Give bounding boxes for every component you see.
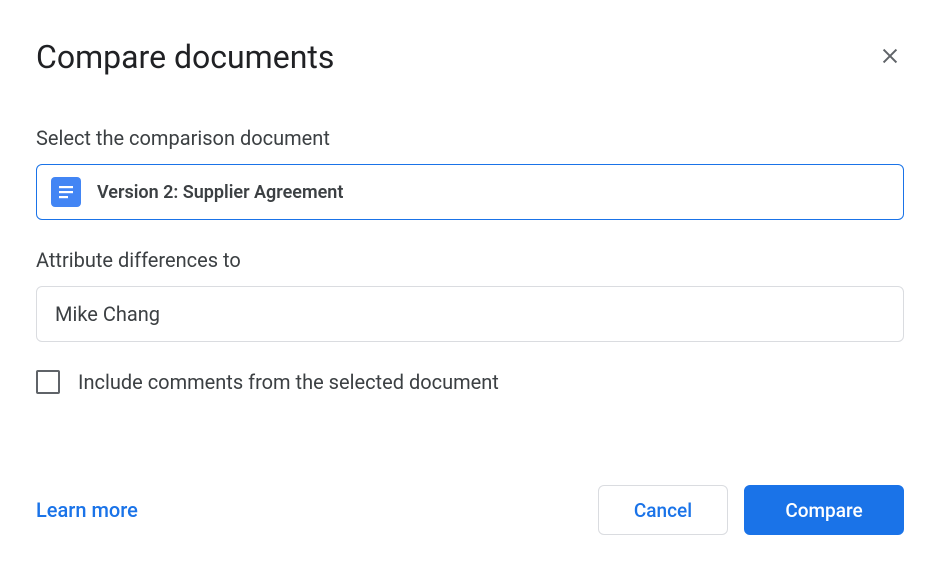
comparison-document-label: Select the comparison document — [36, 126, 904, 150]
close-icon — [879, 45, 901, 70]
include-comments-label: Include comments from the selected docum… — [78, 370, 499, 394]
cancel-button[interactable]: Cancel — [598, 485, 728, 535]
google-docs-icon — [51, 177, 81, 207]
selected-document-name: Version 2: Supplier Agreement — [97, 182, 343, 203]
learn-more-link[interactable]: Learn more — [36, 498, 138, 522]
dialog-title: Compare documents — [36, 38, 334, 76]
include-comments-checkbox-row[interactable]: Include comments from the selected docum… — [36, 370, 904, 394]
attribute-differences-label: Attribute differences to — [36, 248, 904, 272]
comparison-document-selector[interactable]: Version 2: Supplier Agreement — [36, 164, 904, 220]
attribute-differences-input[interactable] — [36, 286, 904, 342]
close-button[interactable] — [876, 43, 904, 71]
include-comments-checkbox[interactable] — [36, 370, 60, 394]
compare-button[interactable]: Compare — [744, 485, 904, 535]
